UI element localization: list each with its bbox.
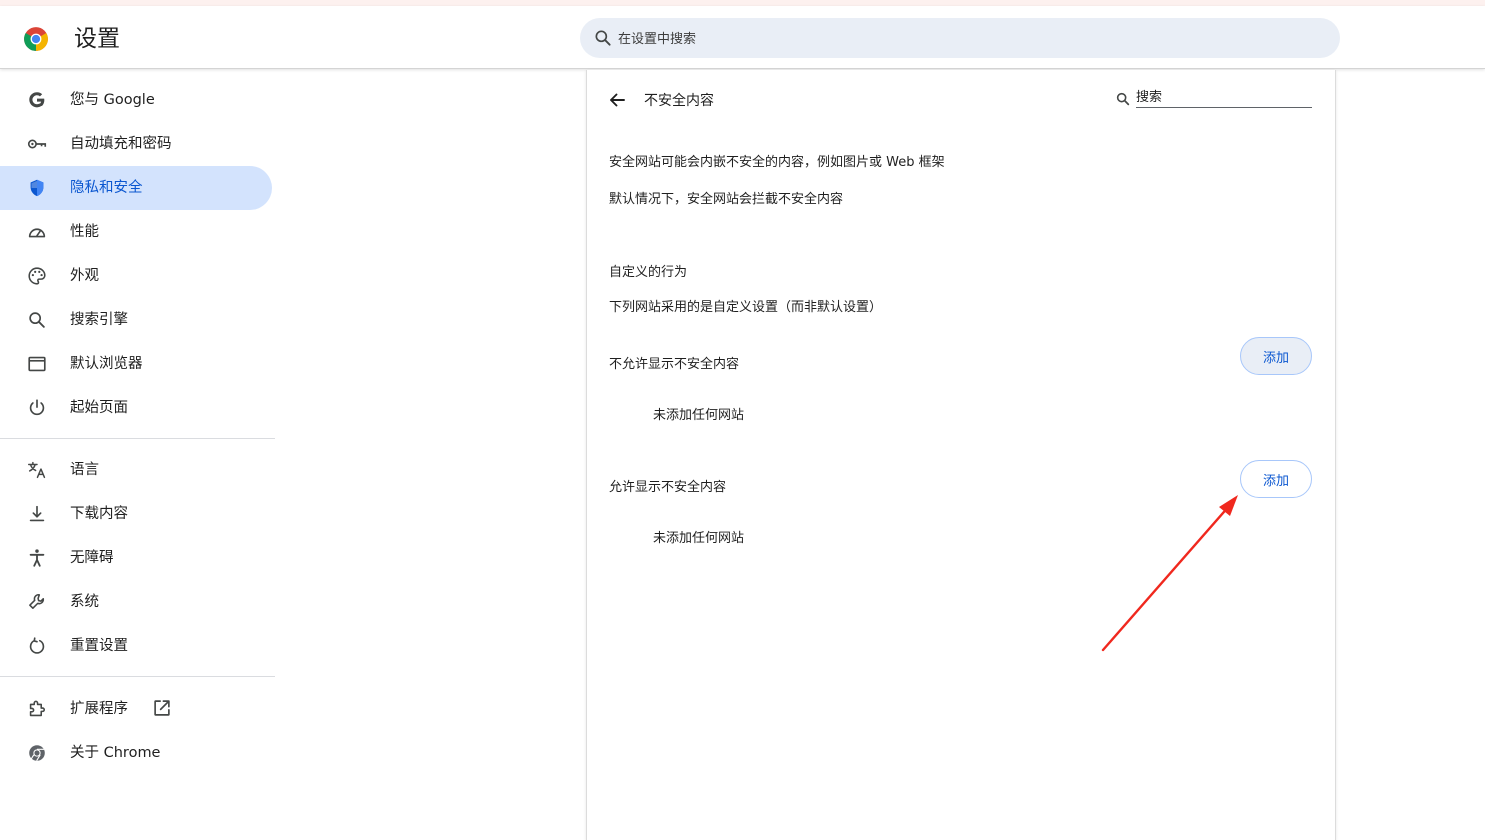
sidebar-item-appearance[interactable]: 外观 bbox=[0, 254, 272, 298]
sidebar-item-label: 起始页面 bbox=[70, 400, 128, 416]
description-embedded: 安全网站可能会内嵌不安全的内容，例如图片或 Web 框架 bbox=[609, 155, 945, 170]
add-allowed-site-button[interactable]: 添加 bbox=[1240, 460, 1312, 498]
sidebar-item-label: 语言 bbox=[70, 462, 99, 478]
sidebar-item-about-chrome[interactable]: 关于 Chrome bbox=[0, 731, 272, 775]
allow-empty-text: 未添加任何网站 bbox=[653, 531, 745, 546]
sidebar-item-label: 下载内容 bbox=[70, 506, 128, 522]
settings-header: 设置 bbox=[0, 6, 1485, 69]
power-icon bbox=[29, 399, 45, 416]
sidebar-item-reset[interactable]: 重置设置 bbox=[0, 624, 272, 668]
sidebar-item-system[interactable]: 系统 bbox=[0, 580, 272, 624]
insecure-content-settings-card: 不安全内容 安全网站可能会内嵌不安全的内容，例如图片或 Web 框架 默认情况下… bbox=[586, 70, 1336, 840]
speedometer-icon bbox=[28, 228, 46, 238]
google-g-icon bbox=[29, 92, 45, 108]
sidebar-item-languages[interactable]: 语言 bbox=[0, 448, 272, 492]
sidebar-item-privacy[interactable]: 隐私和安全 bbox=[0, 166, 272, 210]
search-icon bbox=[595, 30, 611, 46]
sidebar-item-downloads[interactable]: 下载内容 bbox=[0, 492, 272, 536]
custom-behavior-subheading: 下列网站采用的是自定义设置（而非默认设置） bbox=[609, 300, 883, 315]
reset-icon bbox=[29, 637, 45, 654]
sidebar-item-label: 扩展程序 bbox=[70, 701, 128, 717]
open-in-new-icon[interactable] bbox=[151, 697, 173, 719]
allow-section-label: 允许显示不安全内容 bbox=[609, 480, 727, 495]
search-icon bbox=[1116, 92, 1130, 106]
app-title: 设置 bbox=[74, 26, 120, 52]
block-section-label: 不允许显示不安全内容 bbox=[609, 357, 740, 372]
browser-window-icon bbox=[28, 356, 46, 372]
wrench-icon bbox=[29, 594, 45, 610]
add-blocked-site-button[interactable]: 添加 bbox=[1240, 337, 1312, 375]
chrome-icon bbox=[29, 745, 45, 761]
translate-icon bbox=[28, 461, 46, 479]
sidebar-item-label: 默认浏览器 bbox=[70, 356, 143, 372]
settings-search-box[interactable] bbox=[580, 18, 1340, 58]
palette-icon bbox=[28, 267, 46, 285]
sidebar-item-label: 无障碍 bbox=[70, 550, 114, 566]
shield-icon bbox=[30, 179, 44, 197]
sidebar-item-default-browser[interactable]: 默认浏览器 bbox=[0, 342, 272, 386]
sidebar-divider bbox=[0, 676, 275, 677]
sidebar-item-on-startup[interactable]: 起始页面 bbox=[0, 386, 272, 430]
sidebar-item-label: 关于 Chrome bbox=[70, 745, 161, 761]
sidebar-item-autofill[interactable]: 自动填充和密码 bbox=[0, 122, 272, 166]
page-title: 不安全内容 bbox=[644, 93, 714, 109]
sidebar-item-accessibility[interactable]: 无障碍 bbox=[0, 536, 272, 580]
sidebar-item-label: 外观 bbox=[70, 268, 99, 284]
chrome-logo-icon bbox=[24, 27, 48, 51]
download-icon bbox=[29, 505, 45, 522]
puzzle-icon bbox=[29, 700, 45, 717]
sidebar-item-label: 自动填充和密码 bbox=[70, 136, 172, 152]
key-icon bbox=[27, 139, 47, 149]
sidebar-item-label: 重置设置 bbox=[70, 638, 128, 654]
site-search-input[interactable] bbox=[1136, 87, 1312, 108]
custom-behavior-heading: 自定义的行为 bbox=[609, 265, 688, 280]
sidebar-divider bbox=[0, 438, 275, 439]
sidebar-item-performance[interactable]: 性能 bbox=[0, 210, 272, 254]
settings-search-input[interactable] bbox=[616, 24, 1320, 54]
sidebar-item-label: 系统 bbox=[70, 594, 99, 610]
back-arrow-icon[interactable] bbox=[605, 88, 629, 112]
sidebar-item-search-engine[interactable]: 搜索引擎 bbox=[0, 298, 272, 342]
sidebar-item-label: 隐私和安全 bbox=[70, 180, 143, 196]
search-icon bbox=[29, 312, 45, 328]
sidebar-item-label: 搜索引擎 bbox=[70, 312, 128, 328]
sidebar-item-extensions[interactable]: 扩展程序 bbox=[0, 687, 272, 731]
sidebar-item-label: 您与 Google bbox=[70, 92, 155, 108]
sidebar-item-label: 性能 bbox=[70, 224, 99, 240]
block-empty-text: 未添加任何网站 bbox=[653, 408, 745, 423]
accessibility-icon bbox=[29, 549, 45, 567]
description-default-block: 默认情况下，安全网站会拦截不安全内容 bbox=[609, 192, 844, 207]
sidebar-item-you-and-google[interactable]: 您与 Google bbox=[0, 78, 272, 122]
